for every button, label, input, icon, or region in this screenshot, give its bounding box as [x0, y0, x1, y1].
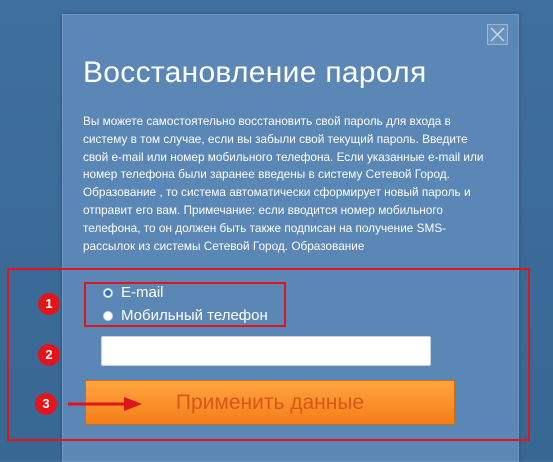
radio-email-button[interactable] — [103, 287, 113, 298]
close-button[interactable] — [487, 24, 508, 45]
close-icon — [490, 27, 505, 42]
radio-phone-button[interactable] — [103, 310, 113, 321]
step-badge-1: 1 — [38, 293, 60, 315]
contact-input[interactable] — [101, 336, 431, 366]
radio-phone-label: Мобильный телефон — [121, 307, 268, 324]
dialog-title: Восстановление пароля — [83, 56, 427, 89]
step-badge-2: 2 — [38, 344, 60, 366]
radio-phone[interactable]: Мобильный телефон — [103, 307, 268, 324]
arrow-right-icon — [68, 397, 142, 411]
radio-email[interactable]: E-mail — [103, 284, 164, 301]
step-badge-3: 3 — [35, 393, 57, 415]
dialog-description: Вы можете самостоятельно восстановить св… — [83, 114, 484, 253]
radio-email-label: E-mail — [121, 284, 164, 301]
